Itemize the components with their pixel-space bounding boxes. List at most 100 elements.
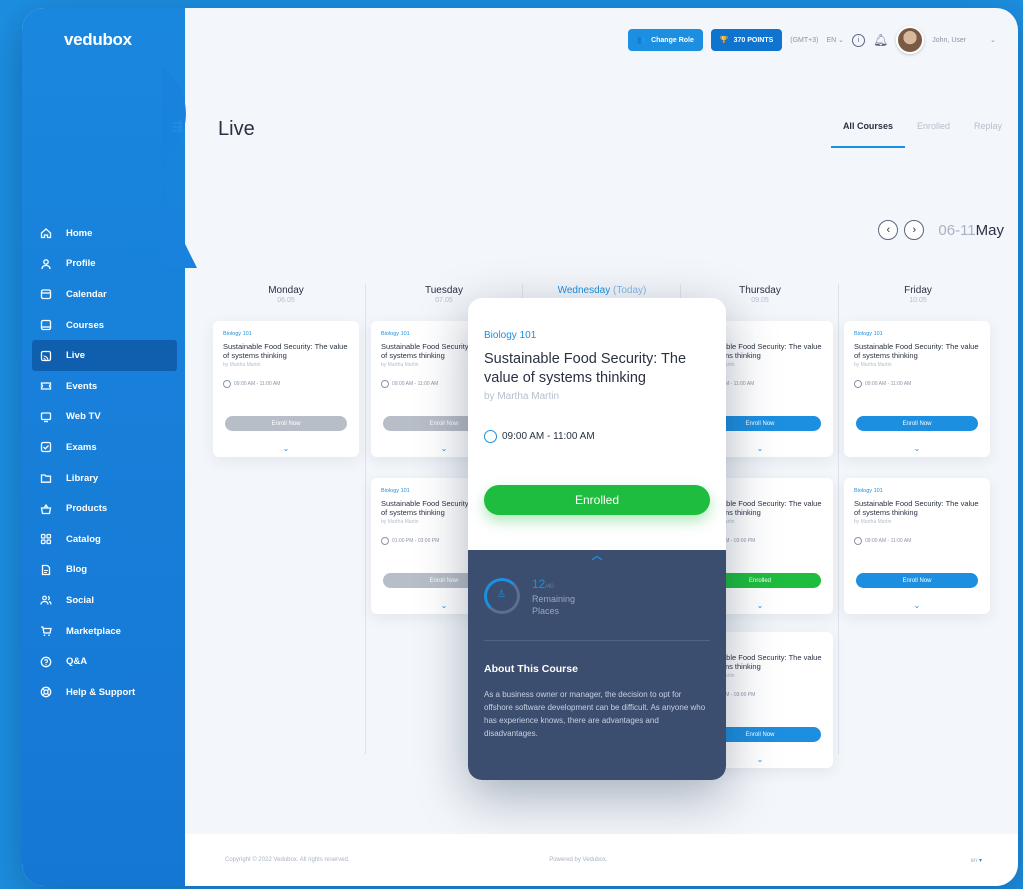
chevron-down-icon[interactable]: ⌄ xyxy=(914,444,921,453)
enrolled-button[interactable]: Enrolled xyxy=(484,485,710,515)
day-name: Friday xyxy=(904,285,932,296)
folder-icon xyxy=(40,474,52,483)
remaining-places: 12/40 Remaining Places xyxy=(532,578,592,617)
chevron-down-icon[interactable]: ⌄ xyxy=(283,444,290,453)
column-divider xyxy=(365,284,366,754)
card-time: 09:00 AM - 11:00 AM xyxy=(854,537,980,545)
chevron-down-icon[interactable]: ⌄ xyxy=(757,755,764,764)
avatar[interactable] xyxy=(896,26,925,54)
chevron-down-icon[interactable]: ⌄ xyxy=(757,601,764,610)
tab-enrolled[interactable]: Enrolled xyxy=(917,121,950,131)
sidebar-item-label: Profile xyxy=(66,258,96,270)
sidebar-item-courses[interactable]: Courses xyxy=(32,310,177,341)
points-button[interactable]: 🏆 370 POINTS xyxy=(710,29,783,51)
enroll-button[interactable]: Enroll Now xyxy=(856,573,978,588)
sidebar-item-social[interactable]: Social xyxy=(32,585,177,616)
sidebar-item-label: Q&A xyxy=(66,656,88,668)
chevron-left-icon[interactable]: ‹ xyxy=(878,220,899,240)
sidebar-item-label: Events xyxy=(66,380,98,392)
enroll-button[interactable]: Enroll Now xyxy=(856,416,978,431)
language-selector[interactable]: EN ⌄ xyxy=(826,36,844,44)
home-icon xyxy=(40,228,52,239)
footer-language[interactable]: en ▾ xyxy=(971,857,982,864)
tab-replay[interactable]: Replay xyxy=(974,121,1002,131)
remaining-label: Remaining Places xyxy=(532,594,576,616)
course-detail-popup: Biology 101 Sustainable Food Security: T… xyxy=(468,298,726,780)
remaining-progress-ring: ♙ xyxy=(484,578,520,614)
popup-author: by Martha Martin xyxy=(484,391,560,402)
chevron-up-icon[interactable]: ︿ xyxy=(592,547,603,563)
sidebar-item-label: Home xyxy=(66,227,93,239)
date-range-month: May xyxy=(975,221,1004,239)
sidebar-item-marketplace[interactable]: Marketplace xyxy=(32,616,177,647)
tab-all-courses[interactable]: All Courses xyxy=(830,121,905,148)
course-card[interactable]: Biology 101 Sustainable Food Security: T… xyxy=(213,321,359,457)
user-name[interactable]: John, User xyxy=(932,37,966,44)
sidebar-item-help-support[interactable]: Help & Support xyxy=(32,677,177,708)
card-author: by Martha Martin xyxy=(854,362,892,368)
course-card[interactable]: Biology 101 Sustainable Food Security: T… xyxy=(844,321,990,457)
remaining-total: /40 xyxy=(545,584,554,590)
chevron-down-icon[interactable]: ⌄ xyxy=(990,36,996,44)
menu-collapse-icon[interactable]: ⇶ xyxy=(172,120,186,134)
sidebar-item-qa[interactable]: Q&A xyxy=(32,646,177,677)
chevron-down-icon[interactable]: ⌄ xyxy=(441,601,448,610)
courses-icon xyxy=(40,319,52,331)
change-role-button[interactable]: 👥 Change Role xyxy=(628,29,703,51)
date-range: 06-11May xyxy=(938,222,1004,239)
top-bar: 👥 Change Role 🏆 370 POINTS (GMT+3) EN ⌄ i … xyxy=(628,26,996,54)
page-title: Live xyxy=(218,118,255,140)
sidebar-item-calendar[interactable]: Calendar xyxy=(32,279,177,310)
popup-category: Biology 101 xyxy=(484,330,537,341)
sidebar-item-blog[interactable]: Blog xyxy=(32,555,177,586)
basket-icon xyxy=(40,503,52,514)
bell-icon[interactable]: 🔔︎ xyxy=(873,33,888,47)
sidebar-item-catalog[interactable]: Catalog xyxy=(32,524,177,555)
grid-icon xyxy=(40,534,52,545)
change-role-label: Change Role xyxy=(651,36,694,44)
tv-icon xyxy=(40,412,52,423)
chevron-down-icon[interactable]: ⌄ xyxy=(757,444,764,453)
popup-time: 09:00 AM - 11:00 AM xyxy=(484,430,710,443)
cart-icon xyxy=(41,626,52,637)
sidebar-item-label: Products xyxy=(66,503,108,515)
sidebar-item-profile[interactable]: Profile xyxy=(32,249,177,280)
card-category: Biology 101 xyxy=(854,488,883,494)
day-header-wednesday: Wednesday (Today) xyxy=(532,285,672,296)
card-title: Sustainable Food Security: The value of … xyxy=(223,342,348,360)
card-title: Sustainable Food Security: The value of … xyxy=(854,342,979,360)
sidebar-item-web-tv[interactable]: Web TV xyxy=(32,402,177,433)
exam-icon xyxy=(40,442,52,453)
sidebar-item-home[interactable]: Home xyxy=(32,218,177,249)
remaining-count: 12 xyxy=(532,577,546,591)
timezone-selector[interactable]: (GMT+3) xyxy=(790,37,818,44)
sidebar-item-label: Live xyxy=(66,350,86,362)
chevron-down-icon[interactable]: ⌄ xyxy=(441,444,448,453)
sidebar-item-library[interactable]: Library xyxy=(32,463,177,494)
logo[interactable]: vedubox xyxy=(64,30,132,50)
sidebar-item-label: Library xyxy=(66,472,99,484)
enroll-button[interactable]: Enroll Now xyxy=(225,416,347,431)
document-icon xyxy=(41,564,51,575)
sidebar-item-label: Catalog xyxy=(66,533,101,545)
sidebar-item-products[interactable]: Products xyxy=(32,493,177,524)
calendar-icon xyxy=(40,289,52,300)
sidebar-item-exams[interactable]: Exams xyxy=(32,432,177,463)
footer-language-label: en xyxy=(970,857,978,864)
about-text: As a business owner or manager, the deci… xyxy=(484,690,706,738)
points-label: 370 POINTS xyxy=(733,36,774,44)
chevron-right-icon[interactable]: › xyxy=(904,220,925,240)
day-header-monday: Monday 06.05 xyxy=(216,285,356,304)
sidebar-item-events[interactable]: Events xyxy=(32,371,177,402)
sidebar-item-label: Help & Support xyxy=(66,686,136,698)
lifebuoy-icon xyxy=(40,686,52,698)
date-range-days: 06-11 xyxy=(938,221,976,239)
course-card[interactable]: Biology 101 Sustainable Food Security: T… xyxy=(844,478,990,614)
footer: Copyright © 2022 Vedubox. All rights res… xyxy=(185,834,1018,886)
chevron-down-icon[interactable]: ⌄ xyxy=(914,601,921,610)
sidebar: vedubox Home Profile Calendar Courses Li… xyxy=(22,8,185,886)
info-icon[interactable]: i xyxy=(852,33,866,47)
sidebar-item-live[interactable]: Live xyxy=(32,340,177,371)
app-window: vedubox Home Profile Calendar Courses Li… xyxy=(22,8,1018,886)
day-name: Monday xyxy=(268,285,304,296)
